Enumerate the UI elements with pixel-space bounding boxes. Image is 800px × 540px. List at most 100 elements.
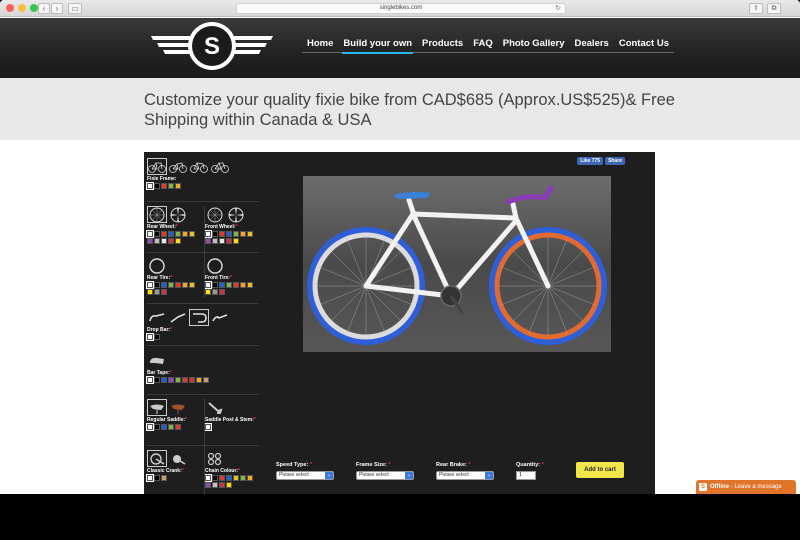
color-swatch[interactable] bbox=[212, 289, 218, 295]
rear-tire-icon[interactable] bbox=[147, 257, 167, 274]
saddle-post-icon[interactable] bbox=[205, 399, 225, 416]
frame-style-1-icon[interactable] bbox=[147, 158, 167, 175]
color-swatch[interactable] bbox=[204, 281, 212, 289]
color-swatch[interactable] bbox=[154, 282, 160, 288]
front-wheel-mag-icon[interactable] bbox=[226, 206, 246, 223]
facebook-like-button[interactable]: Like 775 bbox=[577, 157, 604, 165]
color-swatch[interactable] bbox=[147, 238, 153, 244]
front-tire-icon[interactable] bbox=[205, 257, 225, 274]
color-swatch[interactable] bbox=[161, 289, 167, 295]
minimize-window-button[interactable] bbox=[18, 4, 26, 12]
color-swatch[interactable] bbox=[147, 289, 153, 295]
color-swatch[interactable] bbox=[161, 231, 167, 237]
color-swatch[interactable] bbox=[196, 377, 202, 383]
color-swatch[interactable] bbox=[146, 333, 154, 341]
rear-brake-select[interactable]: Please select ⌄ bbox=[436, 471, 494, 480]
color-swatch[interactable] bbox=[154, 475, 160, 481]
color-swatch[interactable] bbox=[175, 424, 181, 430]
color-swatch[interactable] bbox=[212, 231, 218, 237]
color-swatch[interactable] bbox=[182, 231, 188, 237]
color-swatch[interactable] bbox=[219, 238, 225, 244]
color-swatch[interactable] bbox=[175, 183, 181, 189]
color-swatch[interactable] bbox=[219, 475, 225, 481]
color-swatch[interactable] bbox=[168, 377, 174, 383]
color-swatch[interactable] bbox=[146, 182, 154, 190]
rear-wheel-spoke-icon[interactable] bbox=[147, 206, 167, 223]
color-swatch[interactable] bbox=[182, 282, 188, 288]
nav-products[interactable]: Products bbox=[417, 38, 468, 49]
frame-style-4-icon[interactable] bbox=[210, 158, 230, 175]
reload-icon[interactable]: ↻ bbox=[555, 4, 561, 13]
crank-style-1-icon[interactable] bbox=[147, 450, 167, 467]
color-swatch[interactable] bbox=[212, 475, 218, 481]
color-swatch[interactable] bbox=[146, 474, 154, 482]
color-swatch[interactable] bbox=[146, 281, 154, 289]
color-swatch[interactable] bbox=[154, 231, 160, 237]
color-swatch[interactable] bbox=[212, 238, 218, 244]
rear-wheel-mag-icon[interactable] bbox=[168, 206, 188, 223]
nav-home[interactable]: Home bbox=[302, 38, 338, 49]
color-swatch[interactable] bbox=[240, 231, 246, 237]
color-swatch[interactable] bbox=[161, 183, 167, 189]
bar-tape-icon[interactable] bbox=[147, 352, 167, 369]
color-swatch[interactable] bbox=[219, 289, 225, 295]
color-swatch[interactable] bbox=[247, 231, 253, 237]
saddle-black-icon[interactable] bbox=[147, 399, 167, 416]
color-swatch[interactable] bbox=[226, 482, 232, 488]
add-to-cart-button[interactable]: Add to cart bbox=[576, 462, 624, 478]
color-swatch[interactable] bbox=[175, 238, 181, 244]
frame-size-select[interactable]: Please select ⌄ bbox=[356, 471, 414, 480]
color-swatch[interactable] bbox=[204, 230, 212, 238]
color-swatch[interactable] bbox=[219, 482, 225, 488]
color-swatch[interactable] bbox=[146, 376, 154, 384]
color-swatch[interactable] bbox=[226, 475, 232, 481]
color-swatch[interactable] bbox=[168, 424, 174, 430]
color-swatch[interactable] bbox=[233, 475, 239, 481]
chain-icon[interactable] bbox=[205, 450, 225, 467]
nav-dealers[interactable]: Dealers bbox=[570, 38, 614, 49]
color-swatch[interactable] bbox=[226, 231, 232, 237]
singlebikes-logo[interactable]: S bbox=[143, 20, 281, 76]
color-swatch[interactable] bbox=[189, 377, 195, 383]
color-swatch[interactable] bbox=[226, 282, 232, 288]
nav-contact-us[interactable]: Contact Us bbox=[614, 38, 674, 49]
share-icon[interactable]: ⇧ bbox=[749, 3, 763, 14]
speed-type-select[interactable]: Please select ⌄ bbox=[276, 471, 334, 480]
color-swatch[interactable] bbox=[168, 183, 174, 189]
color-swatch[interactable] bbox=[240, 475, 246, 481]
quantity-input[interactable]: 1 bbox=[516, 471, 536, 480]
color-swatch[interactable] bbox=[204, 474, 212, 482]
forward-button[interactable]: › bbox=[51, 3, 63, 14]
color-swatch[interactable] bbox=[175, 231, 181, 237]
color-swatch[interactable] bbox=[154, 377, 160, 383]
color-swatch[interactable] bbox=[146, 230, 154, 238]
crank-style-2-icon[interactable] bbox=[168, 450, 188, 467]
color-swatch[interactable] bbox=[233, 238, 239, 244]
color-swatch[interactable] bbox=[154, 183, 160, 189]
close-window-button[interactable] bbox=[6, 4, 14, 12]
bar-style-1-icon[interactable] bbox=[147, 309, 167, 326]
color-swatch[interactable] bbox=[161, 282, 167, 288]
color-swatch[interactable] bbox=[189, 282, 195, 288]
color-swatch[interactable] bbox=[205, 289, 211, 295]
color-swatch[interactable] bbox=[182, 377, 188, 383]
color-swatch[interactable] bbox=[175, 282, 181, 288]
color-swatch[interactable] bbox=[154, 424, 160, 430]
front-wheel-spoke-icon[interactable] bbox=[205, 206, 225, 223]
frame-style-3-icon[interactable] bbox=[189, 158, 209, 175]
color-swatch[interactable] bbox=[219, 282, 225, 288]
color-swatch[interactable] bbox=[161, 238, 167, 244]
bar-style-4-icon[interactable] bbox=[210, 309, 230, 326]
bar-style-3-icon[interactable] bbox=[189, 309, 209, 326]
facebook-share-button[interactable]: Share bbox=[605, 157, 625, 165]
color-swatch[interactable] bbox=[205, 482, 211, 488]
nav-photo-gallery[interactable]: Photo Gallery bbox=[498, 38, 570, 49]
color-swatch[interactable] bbox=[212, 482, 218, 488]
color-swatch[interactable] bbox=[203, 377, 209, 383]
color-swatch[interactable] bbox=[161, 377, 167, 383]
color-swatch[interactable] bbox=[168, 282, 174, 288]
color-swatch[interactable] bbox=[204, 423, 212, 431]
color-swatch[interactable] bbox=[226, 238, 232, 244]
color-swatch[interactable] bbox=[146, 423, 154, 431]
color-swatch[interactable] bbox=[205, 238, 211, 244]
